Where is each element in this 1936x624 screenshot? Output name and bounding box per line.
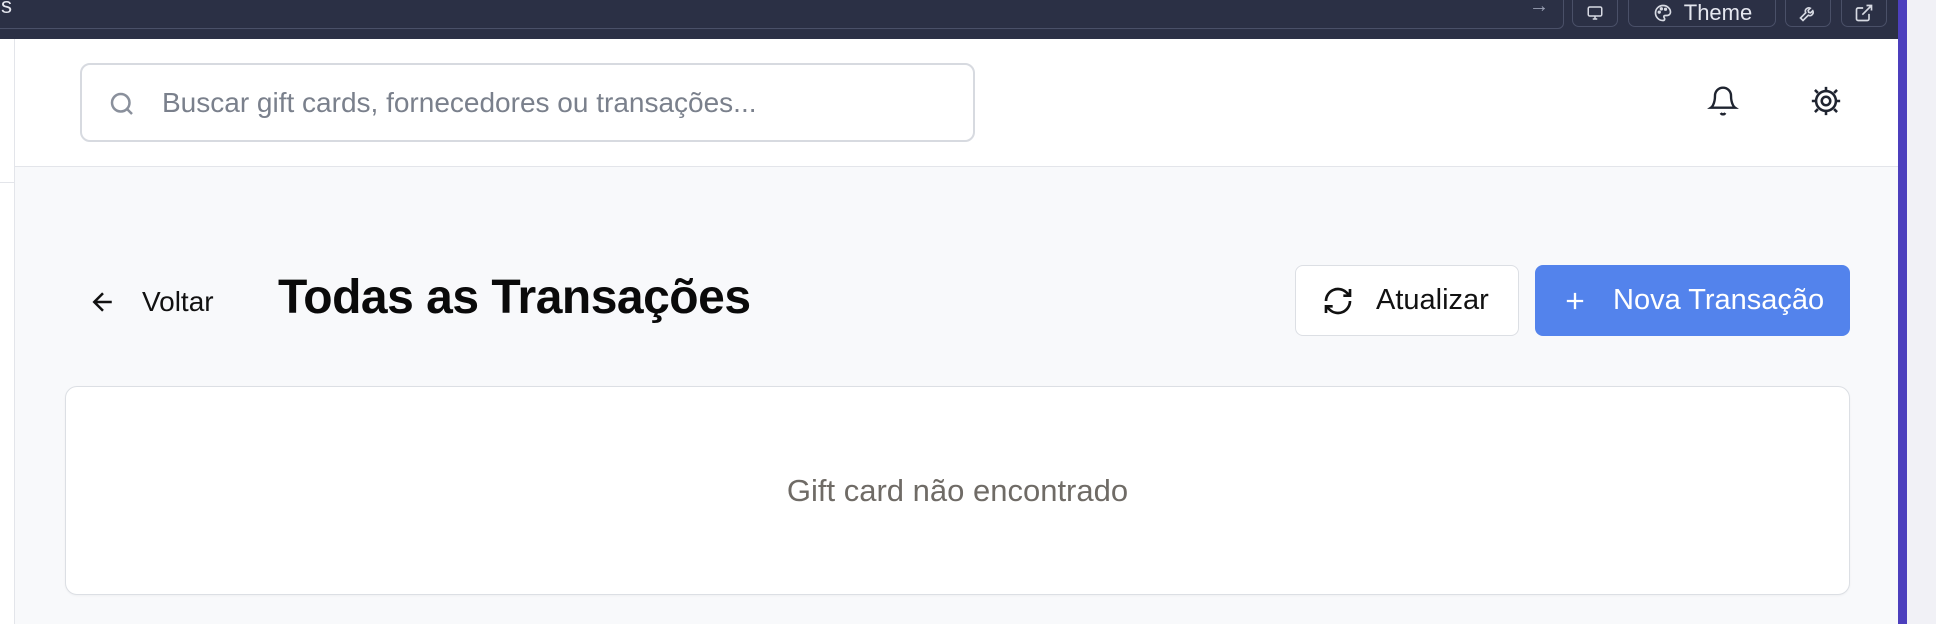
- settings-button[interactable]: [1806, 81, 1846, 121]
- new-transaction-label: Nova Transação: [1613, 284, 1825, 316]
- transactions-card: Gift card não encontrado: [65, 386, 1850, 595]
- search-icon: [110, 92, 133, 115]
- palette-icon: [1654, 4, 1672, 21]
- page-title: Todas as Transações: [278, 271, 751, 324]
- empty-state-message: Gift card não encontrado: [786, 472, 1129, 508]
- theme-button[interactable]: Theme: [1628, 0, 1776, 27]
- arrow-left-icon: [92, 292, 112, 312]
- monitor-button[interactable]: [1572, 0, 1618, 27]
- refresh-icon: [1324, 287, 1352, 314]
- search-input[interactable]: [162, 65, 952, 140]
- tools-button[interactable]: [1785, 0, 1831, 27]
- new-transaction-button[interactable]: Nova Transação: [1535, 265, 1850, 336]
- back-label: Voltar: [142, 286, 214, 317]
- window-margin: [1907, 0, 1936, 624]
- theme-label: Theme: [1683, 0, 1753, 25]
- sidebar: [0, 39, 15, 624]
- back-button[interactable]: Voltar: [88, 280, 214, 324]
- refresh-label: Atualizar: [1376, 284, 1489, 316]
- address-bar[interactable]: s →: [0, 0, 1564, 29]
- window-edge: [1898, 0, 1907, 624]
- gear-icon: [1811, 86, 1841, 116]
- refresh-button[interactable]: Atualizar: [1295, 265, 1519, 336]
- address-fragment: s: [1, 0, 12, 18]
- search-box[interactable]: [80, 63, 975, 142]
- external-link-icon: [1855, 4, 1873, 21]
- plus-icon: [1566, 292, 1584, 309]
- browser-toolbar: s → Theme: [0, 0, 1898, 39]
- monitor-icon: [1587, 5, 1603, 20]
- notifications-button[interactable]: [1703, 81, 1743, 121]
- arrow-right-icon[interactable]: →: [1529, 0, 1549, 16]
- wrench-icon: [1799, 6, 1814, 22]
- app-header: [15, 39, 1898, 167]
- open-external-button[interactable]: [1841, 0, 1887, 27]
- bell-icon: [1707, 86, 1739, 116]
